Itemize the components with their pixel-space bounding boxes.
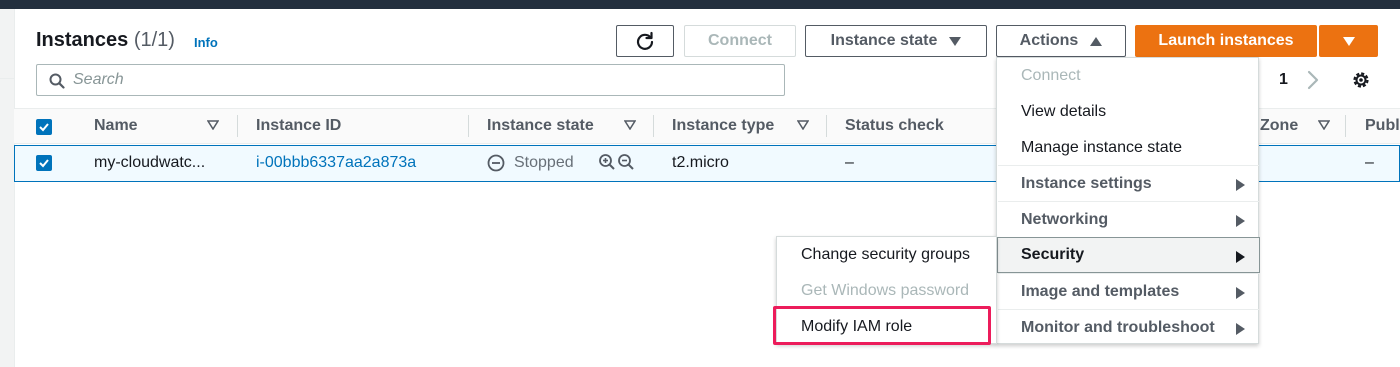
launch-instances-button[interactable]: Launch instances bbox=[1135, 25, 1317, 57]
current-page[interactable]: 1 bbox=[1279, 71, 1288, 89]
column-header-instance-id[interactable]: Instance ID bbox=[256, 117, 341, 135]
menu-item-label: Image and templates bbox=[1021, 282, 1180, 300]
checkmark-icon bbox=[39, 159, 49, 168]
cell-instance-id-link[interactable]: i-00bbb6337aa2a873a bbox=[256, 154, 416, 172]
instance-state-button-label: Instance state bbox=[830, 32, 938, 49]
menu-item-label: Instance settings bbox=[1021, 174, 1152, 192]
menu-item-connect[interactable]: Connect bbox=[998, 58, 1259, 94]
menu-item-security[interactable]: Security bbox=[997, 237, 1260, 273]
connect-button[interactable]: Connect bbox=[684, 25, 796, 57]
stopped-status-icon bbox=[487, 154, 505, 172]
actions-button-label: Actions bbox=[1019, 32, 1079, 49]
caret-right-icon bbox=[1236, 323, 1245, 335]
search-icon bbox=[49, 73, 65, 89]
column-divider[interactable] bbox=[653, 115, 654, 137]
connect-button-label: Connect bbox=[708, 32, 772, 49]
page-title-text: Instances bbox=[36, 29, 129, 51]
menu-item-label: Monitor and troubleshoot bbox=[1021, 318, 1215, 336]
column-divider[interactable] bbox=[1345, 115, 1346, 137]
caret-down-icon bbox=[949, 36, 962, 46]
submenu-item-get-windows-password[interactable]: Get Windows password bbox=[778, 273, 997, 309]
caret-right-icon bbox=[1236, 251, 1245, 263]
menu-item-label: View details bbox=[1021, 103, 1107, 120]
column-header-status-check[interactable]: Status check bbox=[845, 117, 944, 135]
checkmark-icon bbox=[39, 123, 49, 132]
console-top-bar bbox=[0, 0, 1400, 9]
menu-item-manage-instance-state[interactable]: Manage instance state bbox=[998, 130, 1259, 166]
submenu-item-label: Get Windows password bbox=[801, 282, 970, 299]
caret-right-icon bbox=[1236, 287, 1245, 299]
menu-item-networking[interactable]: Networking bbox=[998, 201, 1259, 237]
cell-public: – bbox=[1365, 154, 1374, 171]
annotation-highlight-box bbox=[773, 306, 991, 345]
zoom-out-icon[interactable] bbox=[617, 153, 635, 171]
cell-instance-type: t2.micro bbox=[672, 154, 729, 171]
caret-up-icon bbox=[1090, 36, 1103, 46]
actions-button[interactable]: Actions bbox=[996, 25, 1126, 57]
menu-item-monitor-and-troubleshoot[interactable]: Monitor and troubleshoot bbox=[998, 309, 1259, 345]
menu-item-label: Manage instance state bbox=[1021, 139, 1182, 156]
instance-count: (1/1) bbox=[133, 29, 175, 51]
left-gutter-divider bbox=[0, 78, 14, 79]
cell-name: my-cloudwatc... bbox=[94, 154, 206, 171]
column-header-instance-state[interactable]: Instance state bbox=[487, 117, 594, 135]
select-all-checkbox[interactable] bbox=[36, 119, 52, 135]
page-title: Instances (1/1) bbox=[36, 29, 175, 52]
cell-instance-state: Stopped bbox=[514, 154, 574, 171]
column-divider[interactable] bbox=[826, 115, 827, 137]
sort-down-icon[interactable] bbox=[797, 120, 809, 130]
caret-right-icon bbox=[1236, 179, 1245, 191]
row-checkbox[interactable] bbox=[36, 155, 52, 171]
search-box[interactable] bbox=[36, 64, 785, 96]
actions-dropdown-menu: Connect View details Manage instance sta… bbox=[996, 57, 1260, 345]
column-divider[interactable] bbox=[468, 115, 469, 137]
menu-item-label: Networking bbox=[1021, 210, 1109, 228]
menu-item-image-and-templates[interactable]: Image and templates bbox=[998, 273, 1259, 309]
zoom-in-icon[interactable] bbox=[598, 153, 616, 171]
column-divider[interactable] bbox=[237, 115, 238, 137]
column-header-name[interactable]: Name bbox=[94, 117, 138, 135]
caret-down-icon bbox=[1342, 36, 1355, 46]
info-link[interactable]: Info bbox=[194, 35, 218, 50]
menu-item-instance-settings[interactable]: Instance settings bbox=[998, 165, 1259, 201]
instance-state-button[interactable]: Instance state bbox=[805, 25, 987, 57]
submenu-item-label: Change security groups bbox=[801, 246, 970, 263]
menu-item-label: Security bbox=[1021, 246, 1085, 263]
sort-down-icon[interactable] bbox=[207, 120, 219, 130]
refresh-button[interactable] bbox=[616, 25, 674, 57]
cell-status-check: – bbox=[845, 154, 854, 171]
sort-down-icon[interactable] bbox=[624, 120, 636, 130]
refresh-icon bbox=[636, 31, 654, 50]
column-header-zone[interactable]: Zone bbox=[1260, 117, 1298, 135]
submenu-item-change-security-groups[interactable]: Change security groups bbox=[778, 237, 997, 273]
menu-item-view-details[interactable]: View details bbox=[998, 94, 1259, 130]
gear-icon[interactable] bbox=[1350, 69, 1372, 91]
launch-instances-label: Launch instances bbox=[1158, 32, 1294, 49]
menu-item-label: Connect bbox=[1021, 67, 1081, 84]
column-header-public[interactable]: Publ bbox=[1365, 117, 1400, 135]
launch-options-button[interactable] bbox=[1319, 25, 1378, 57]
search-input[interactable] bbox=[73, 69, 773, 91]
column-header-instance-type[interactable]: Instance type bbox=[672, 117, 774, 135]
caret-right-icon bbox=[1236, 215, 1245, 227]
chevron-right-icon[interactable] bbox=[1305, 68, 1321, 92]
sort-down-icon[interactable] bbox=[1318, 120, 1330, 130]
